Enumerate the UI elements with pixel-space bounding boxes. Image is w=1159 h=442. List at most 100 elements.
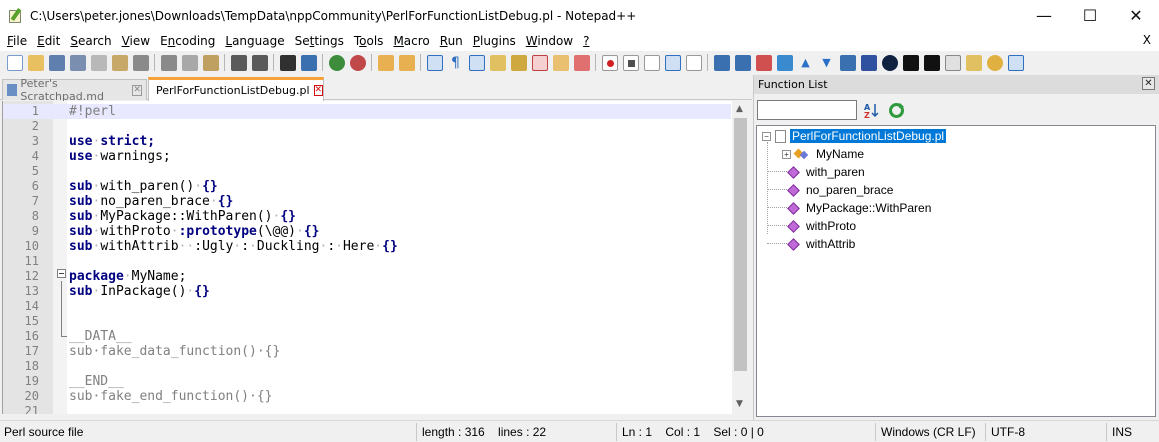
- plugin-icon-6[interactable]: [860, 54, 877, 71]
- plugin-icon-10[interactable]: [986, 54, 1003, 71]
- menu-encoding[interactable]: Encoding: [155, 34, 220, 48]
- function-list-icon[interactable]: [531, 54, 548, 71]
- zoom-in-icon[interactable]: [328, 54, 345, 71]
- tree-root[interactable]: − PerlForFunctionListDebug.pl: [762, 127, 947, 145]
- sync-vertical-icon[interactable]: [377, 54, 394, 71]
- show-all-chars-icon[interactable]: ¶: [447, 54, 464, 71]
- stop-macro-icon[interactable]: [622, 54, 639, 71]
- close-panel-icon[interactable]: ✕: [1142, 77, 1155, 90]
- new-file-icon[interactable]: [6, 54, 23, 71]
- plugin-icon-1[interactable]: [713, 54, 730, 71]
- folder-as-workspace-icon[interactable]: [552, 54, 569, 71]
- move-up-icon[interactable]: ▲: [797, 54, 814, 71]
- menu-help[interactable]: ?: [578, 34, 594, 48]
- cut-icon[interactable]: [160, 54, 177, 71]
- document-map-icon[interactable]: [510, 54, 527, 71]
- save-macro-icon[interactable]: [685, 54, 702, 71]
- menu-window[interactable]: Window: [521, 34, 578, 48]
- code-line[interactable]: 5: [3, 164, 731, 179]
- close-window-button[interactable]: ✕: [1113, 0, 1159, 31]
- code-line[interactable]: 20 sub·fake_end_function()·{}: [3, 389, 731, 404]
- console-icon[interactable]: [944, 54, 961, 71]
- tab-close-icon[interactable]: ✕: [313, 85, 324, 96]
- reload-icon[interactable]: [888, 102, 905, 119]
- code-line[interactable]: 13 sub·InPackage()·{}: [3, 284, 731, 299]
- code-line[interactable]: 8 sub·MyPackage::WithParen()·{}: [3, 209, 731, 224]
- tree-item-with-paren[interactable]: with_paren: [786, 163, 865, 181]
- close-file-icon[interactable]: [90, 54, 107, 71]
- record-macro-icon[interactable]: [601, 54, 618, 71]
- play-macro-icon[interactable]: [643, 54, 660, 71]
- code-line[interactable]: 10 sub·withAttrib··:Ugly·:·Duckling·:·Her…: [3, 239, 731, 254]
- code-line[interactable]: 7 sub·no_paren_brace·{}: [3, 194, 731, 209]
- fold-toggle-icon[interactable]: [57, 269, 66, 278]
- sync-horizontal-icon[interactable]: [398, 54, 415, 71]
- tree-item-mypackage-withparen[interactable]: MyPackage::WithParen: [786, 199, 931, 217]
- code-line[interactable]: 16 __DATA__: [3, 329, 731, 344]
- code-line[interactable]: 14: [3, 299, 731, 314]
- expand-icon[interactable]: +: [782, 149, 791, 159]
- plugin-icon-2[interactable]: [734, 54, 751, 71]
- save-all-icon[interactable]: [69, 54, 86, 71]
- minimize-button[interactable]: —: [1021, 0, 1067, 31]
- close-document-button[interactable]: X: [1143, 33, 1151, 47]
- plugin-icon-11[interactable]: [1007, 54, 1024, 71]
- scrollbar-thumb[interactable]: [734, 118, 747, 371]
- code-line[interactable]: 11: [3, 254, 731, 269]
- run-macro-multiple-icon[interactable]: [664, 54, 681, 71]
- tree-item-withproto[interactable]: withProto: [786, 217, 856, 235]
- menu-edit[interactable]: Edit: [32, 34, 65, 48]
- word-wrap-icon[interactable]: [426, 54, 443, 71]
- menu-settings[interactable]: Settings: [290, 34, 349, 48]
- zoom-out-icon[interactable]: [349, 54, 366, 71]
- menu-search[interactable]: Search: [65, 34, 116, 48]
- code-line[interactable]: 19 __END__: [3, 374, 731, 389]
- code-line[interactable]: 17 sub·fake_data_function()·{}: [3, 344, 731, 359]
- find-icon[interactable]: [279, 54, 296, 71]
- paste-icon[interactable]: [202, 54, 219, 71]
- sort-az-icon[interactable]: AZ: [864, 102, 880, 120]
- menu-file[interactable]: File: [2, 34, 32, 48]
- save-icon[interactable]: [48, 54, 65, 71]
- menu-view[interactable]: View: [117, 34, 155, 48]
- tree-item-myname[interactable]: + MyName: [782, 145, 864, 163]
- menu-language[interactable]: Language: [220, 34, 289, 48]
- code-line[interactable]: 4 use·warnings;: [3, 149, 731, 164]
- tab-close-icon[interactable]: ✕: [132, 84, 142, 96]
- code-line[interactable]: 18: [3, 359, 731, 374]
- copy-icon[interactable]: [181, 54, 198, 71]
- move-down-icon[interactable]: ▼: [818, 54, 835, 71]
- replace-icon[interactable]: [300, 54, 317, 71]
- tree-item-withattrib[interactable]: withAttrib: [786, 235, 855, 253]
- scroll-down-icon[interactable]: ▼: [736, 399, 743, 409]
- plugin-icon-3[interactable]: [755, 54, 772, 71]
- menu-plugins[interactable]: Plugins: [468, 34, 521, 48]
- plugin-icon-5[interactable]: [839, 54, 856, 71]
- code-line[interactable]: 2: [3, 119, 731, 134]
- open-file-icon[interactable]: [27, 54, 44, 71]
- code-line[interactable]: 21: [3, 404, 731, 414]
- plugin-icon-7[interactable]: [881, 54, 898, 71]
- user-defined-language-icon[interactable]: [489, 54, 506, 71]
- maximize-button[interactable]: ☐: [1067, 0, 1113, 31]
- undo-icon[interactable]: [230, 54, 247, 71]
- editor-area[interactable]: 1 #!perl 2 3 use·strict; 4 use·warnings; 5 6 sub·…: [2, 101, 732, 414]
- plugin-icon-9[interactable]: [965, 54, 982, 71]
- menu-tools[interactable]: Tools: [349, 34, 389, 48]
- plugin-icon-8[interactable]: [923, 54, 940, 71]
- function-search-input[interactable]: [757, 100, 857, 120]
- print-icon[interactable]: [132, 54, 149, 71]
- indent-guide-icon[interactable]: [468, 54, 485, 71]
- tab-peters-scratchpad[interactable]: Peter's Scratchpad.md ✕: [2, 77, 147, 103]
- collapse-icon[interactable]: −: [762, 131, 771, 141]
- code-line[interactable]: 12 package·MyName;: [3, 269, 731, 284]
- code-line[interactable]: 6 sub·with_paren()·{}: [3, 179, 731, 194]
- tree-item-no-paren-brace[interactable]: no_paren_brace: [786, 181, 893, 199]
- markdown-icon[interactable]: [902, 54, 919, 71]
- code-line[interactable]: 1 #!perl: [3, 104, 731, 119]
- code-line[interactable]: 9 sub·withProto·:prototype(\@@)·{}: [3, 224, 731, 239]
- redo-icon[interactable]: [251, 54, 268, 71]
- tab-perlforfunctionlistdebug[interactable]: PerlForFunctionListDebug.pl ✕: [148, 77, 324, 101]
- menu-macro[interactable]: Macro: [388, 34, 434, 48]
- editor-vertical-scrollbar[interactable]: ▲ ▼: [732, 101, 749, 414]
